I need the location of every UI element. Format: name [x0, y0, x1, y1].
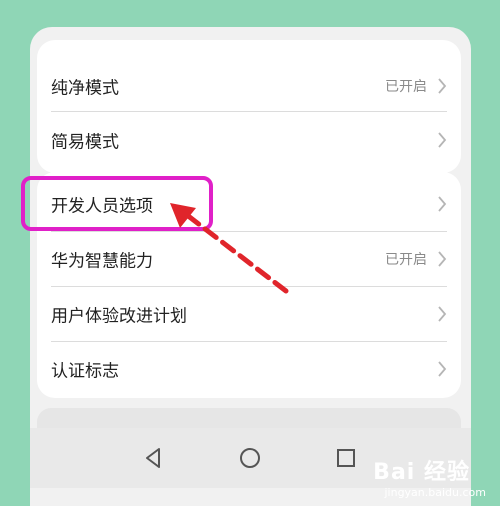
- setting-label: 认证标志: [51, 361, 119, 381]
- setting-status: 已开启: [385, 251, 427, 268]
- setting-row-user-experience[interactable]: 用户体验改进计划: [37, 286, 461, 341]
- highlight-box: [21, 176, 213, 231]
- home-circle-icon[interactable]: [235, 443, 265, 473]
- settings-card-1: 纯净模式 已开启 简易模式: [37, 40, 461, 173]
- settings-screen: 纯净模式 已开启 简易模式 开发人员选项 华为智慧能力 已开启 用户体验改进计划…: [30, 27, 471, 506]
- chevron-right-icon: [438, 195, 447, 212]
- setting-label: 纯净模式: [51, 78, 119, 98]
- chevron-right-icon: [438, 250, 447, 267]
- watermark-logo: Bai 经验: [373, 460, 470, 485]
- watermark-url: jingyan.baidu.com: [384, 486, 486, 499]
- chevron-right-icon: [438, 360, 447, 377]
- chevron-right-icon: [438, 77, 447, 94]
- chevron-right-icon: [438, 131, 447, 148]
- baidu-watermark: Bai 经验 jingyan.baidu.com: [370, 452, 498, 504]
- setting-row-pure-mode[interactable]: 纯净模式 已开启: [37, 58, 461, 113]
- setting-label: 简易模式: [51, 132, 119, 152]
- next-card-edge: [37, 408, 461, 428]
- setting-status: 已开启: [385, 78, 427, 95]
- setting-label: 用户体验改进计划: [51, 306, 187, 326]
- setting-row-certification[interactable]: 认证标志: [37, 341, 461, 396]
- setting-row-simple-mode[interactable]: 简易模式: [37, 112, 461, 167]
- back-triangle-icon[interactable]: [138, 443, 168, 473]
- setting-row-huawei-ai[interactable]: 华为智慧能力 已开启: [37, 231, 461, 286]
- chevron-right-icon: [438, 305, 447, 322]
- setting-label: 华为智慧能力: [51, 251, 153, 271]
- recents-square-icon[interactable]: [331, 443, 361, 473]
